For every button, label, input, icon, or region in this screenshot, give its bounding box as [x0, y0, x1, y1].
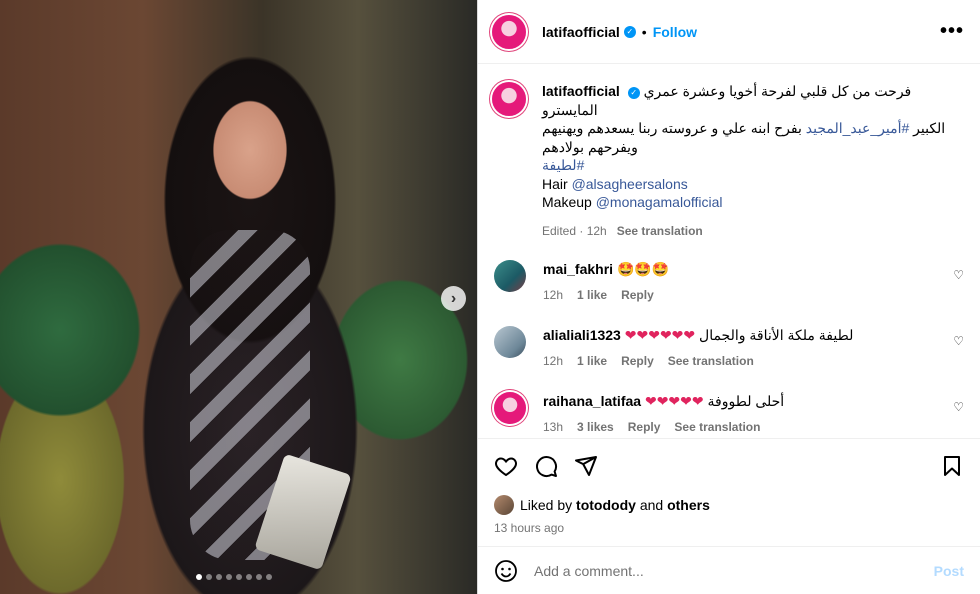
comment: alialiali1323 لطيفة ملكة الأناقة والجمال…	[478, 326, 980, 370]
comment-time: 13h	[543, 420, 564, 434]
reply-button[interactable]: Reply	[621, 288, 654, 302]
comment-username[interactable]: raihana_latifaa	[543, 393, 641, 409]
avatar[interactable]	[494, 495, 514, 515]
comment: mai_fakhri 🤩🤩🤩 12h 1 like Reply ♡	[478, 260, 980, 304]
like-comment-heart-icon[interactable]: ♡	[953, 334, 964, 348]
like-comment-heart-icon[interactable]: ♡	[953, 268, 964, 282]
caption-line-2-suffix: بفرح ابنه علي و عروسته ربنا يسعدهم ويهني…	[542, 120, 806, 136]
caption-line-3: ويفرحهم بولادهم	[542, 138, 638, 155]
share-paper-plane-icon[interactable]	[574, 454, 598, 478]
post-header: latifaofficial ✓ • Follow •••	[478, 0, 980, 64]
edited-time: Edited · 12h	[542, 223, 607, 238]
comment-username[interactable]: alialiali1323	[543, 327, 621, 343]
comment-likes[interactable]: 1 like	[577, 354, 607, 368]
see-translation-button[interactable]: See translation	[668, 354, 754, 368]
caption-username[interactable]: latifaofficial	[542, 83, 620, 99]
post-time[interactable]: 13 hours ago	[494, 521, 964, 535]
liked-by-and: and	[639, 497, 664, 513]
hashtag-link[interactable]: #لطيفة	[542, 157, 584, 173]
caption-avatar[interactable]	[492, 82, 526, 116]
comments-scroll[interactable]: latifaofficial ✓ فرحت من كل قلبي لفرحة أ…	[478, 64, 980, 438]
header-username[interactable]: latifaofficial	[542, 24, 620, 40]
carousel-dot	[226, 574, 232, 580]
like-comment-heart-icon[interactable]: ♡	[953, 400, 964, 414]
verified-badge-icon: ✓	[623, 25, 636, 38]
comment-text: أحلى لطووفة ❤❤❤❤❤	[644, 393, 785, 409]
post-image[interactable]: ›	[0, 0, 477, 594]
carousel-dot	[206, 574, 212, 580]
comment-likes[interactable]: 3 likes	[577, 420, 614, 434]
mention-link[interactable]: @alsagheersalons	[572, 176, 688, 192]
post-actions: Liked by totodody and others 13 hours ag…	[478, 438, 980, 550]
makeup-label: Makeup	[542, 194, 596, 210]
comment-username[interactable]: mai_fakhri	[543, 261, 613, 277]
see-translation-button[interactable]: See translation	[674, 420, 760, 434]
comment: raihana_latifaa أحلى لطووفة ❤❤❤❤❤ 13h 3 l…	[478, 392, 980, 436]
hashtag-link[interactable]: #أمير_عبد_المجيد	[806, 120, 909, 136]
post-comment-button[interactable]: Post	[934, 563, 964, 579]
see-translation-button[interactable]: See translation	[617, 224, 703, 238]
mention-link[interactable]: @monagamalofficial	[596, 194, 723, 210]
liked-by-user[interactable]: totodody	[576, 497, 636, 513]
liked-by: Liked by totodody and others	[494, 495, 964, 515]
caption-line-2: الكبير #أمير_عبد_المجيد بفرح ابنه علي و …	[542, 119, 954, 138]
liked-by-others[interactable]: others	[667, 497, 710, 513]
post-side-panel: latifaofficial ✓ • Follow ••• latifaoffi…	[477, 0, 980, 594]
caption-meta: Edited · 12h See translation	[542, 222, 954, 241]
comment-text: 🤩🤩🤩	[616, 261, 670, 277]
caption-line-2-prefix: الكبير	[909, 120, 946, 136]
more-options-icon[interactable]: •••	[940, 20, 964, 43]
hair-label: Hair	[542, 175, 572, 192]
carousel-dot	[256, 574, 262, 580]
carousel-dots	[196, 574, 272, 580]
makeup-credit: Makeup @monagamalofficial	[542, 193, 954, 212]
avatar[interactable]	[494, 326, 526, 358]
carousel-dot	[246, 574, 252, 580]
verified-badge-icon: ✓	[627, 87, 640, 99]
avatar[interactable]	[494, 392, 526, 424]
comment-likes[interactable]: 1 like	[577, 288, 607, 302]
reply-button[interactable]: Reply	[621, 354, 654, 368]
follow-button[interactable]: Follow	[653, 24, 697, 40]
liked-by-prefix: Liked by	[520, 497, 573, 513]
comment-time: 12h	[543, 288, 564, 302]
carousel-dot	[196, 574, 202, 580]
like-heart-icon[interactable]	[494, 454, 518, 478]
dot-separator: •	[641, 23, 647, 40]
avatar[interactable]	[492, 14, 526, 49]
carousel-dot	[216, 574, 222, 580]
carousel-dot	[266, 574, 272, 580]
comment-time: 12h	[543, 354, 564, 368]
carousel-dot	[236, 574, 242, 580]
save-bookmark-icon[interactable]	[940, 454, 964, 478]
emoji-icon[interactable]	[494, 559, 518, 583]
caption: latifaofficial ✓ فرحت من كل قلبي لفرحة أ…	[478, 64, 980, 240]
comment-text: لطيفة ملكة الأناقة والجمال ❤❤❤❤❤❤	[624, 327, 854, 343]
comment-input[interactable]	[532, 561, 934, 580]
carousel-next-chevron-icon[interactable]: ›	[441, 286, 466, 311]
reply-button[interactable]: Reply	[628, 420, 661, 434]
comment-bubble-icon[interactable]	[534, 454, 558, 478]
hair-credit: Hair @alsagheersalons	[542, 175, 954, 194]
avatar[interactable]	[494, 260, 526, 292]
add-comment-bar: Post	[478, 546, 980, 594]
